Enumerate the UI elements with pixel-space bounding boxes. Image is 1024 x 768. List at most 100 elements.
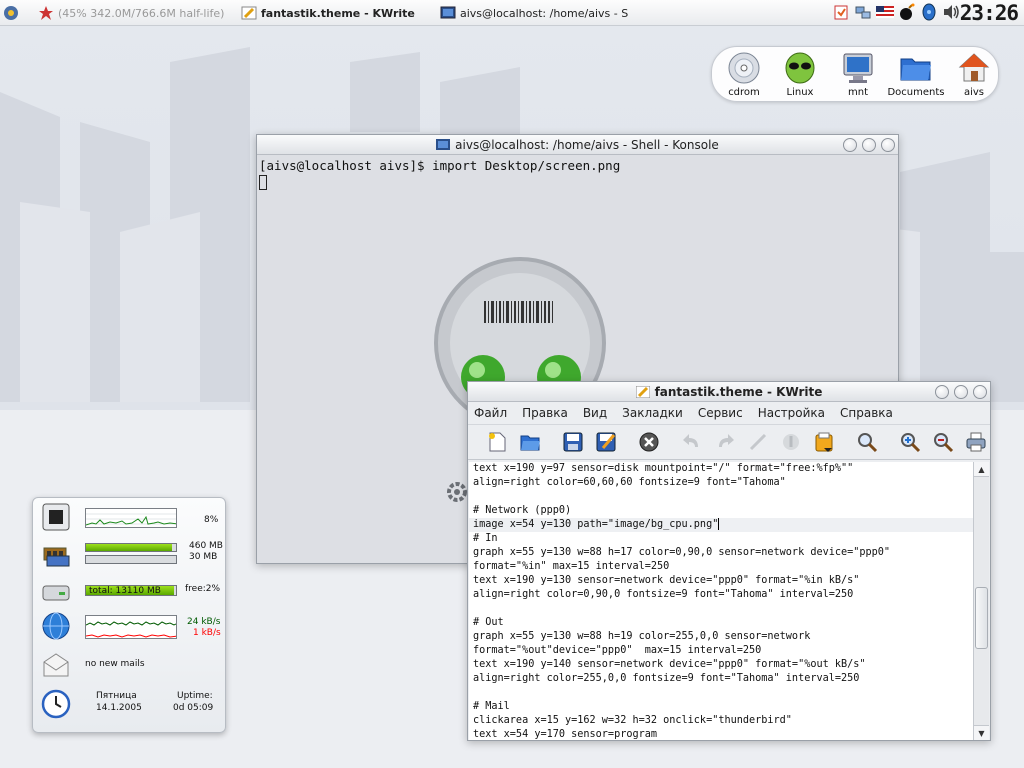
- disk-free: free:2%: [185, 584, 221, 594]
- editor-line: image x=54 y=130 path="image/bg_cpu.png": [469, 518, 974, 532]
- menu-settings[interactable]: Настройка: [758, 406, 825, 420]
- scroll-up-button[interactable]: ▲: [974, 462, 989, 477]
- menu-view[interactable]: Вид: [583, 406, 607, 420]
- editor-line: align=right color=0,90,0 fontsize=9 font…: [473, 589, 854, 600]
- kmix-icon[interactable]: [920, 3, 938, 21]
- taskbar-item-label: fantastik.theme - KWrite: [261, 6, 415, 20]
- disk-row: total: 13110 MB free:2%: [39, 574, 221, 608]
- print-button[interactable]: [961, 428, 990, 456]
- dock-item-home[interactable]: aivs: [942, 51, 1006, 98]
- maximize-button[interactable]: [954, 385, 968, 399]
- text-editor[interactable]: text x=190 y=97 sensor=disk mountpoint="…: [469, 462, 974, 740]
- undo-button[interactable]: [677, 428, 706, 456]
- dock-item-label: cdrom: [728, 87, 760, 98]
- uptime-label: Uptime:: [177, 691, 213, 701]
- network-row: 24 kB/s 1 kB/s: [39, 609, 221, 643]
- print-icon: [966, 432, 985, 452]
- find-icon: [857, 433, 877, 453]
- menu-help[interactable]: Справка: [840, 406, 893, 420]
- new-button[interactable]: [482, 428, 511, 456]
- cpu-percent: 8%: [204, 515, 219, 525]
- system-tray: [832, 3, 960, 21]
- toolbar: [468, 424, 990, 460]
- prompt-line: [aivs@localhost aivs]$ import Desktop/sc…: [259, 158, 621, 173]
- menu-edit[interactable]: Правка: [522, 406, 568, 420]
- vertical-scrollbar[interactable]: ▲ ▼: [973, 462, 989, 740]
- scroll-thumb[interactable]: [975, 587, 988, 649]
- window-title: aivs@localhost: /home/aivs - Shell - Kon…: [455, 137, 719, 152]
- paste-icon: [815, 432, 832, 452]
- maximize-button[interactable]: [862, 138, 876, 152]
- disk-bar: total: 13110 MB: [85, 585, 177, 596]
- alien-icon: [785, 52, 815, 84]
- zoom-out-button[interactable]: [928, 428, 957, 456]
- volume-icon[interactable]: [942, 3, 960, 21]
- kwrite-titlebar[interactable]: fantastik.theme - KWrite: [468, 382, 990, 402]
- taskbar-item-label: aivs@localhost: /home/aivs - S: [460, 6, 629, 20]
- taskbar-item-label: (45% 342.0M/766.6M half-life): [58, 6, 225, 20]
- network-in: 24 kB/s: [187, 617, 221, 627]
- clock[interactable]: 23:26: [960, 1, 1019, 25]
- memory-row: 460 MB 30 MB: [39, 538, 223, 572]
- us-flag-icon[interactable]: [876, 3, 894, 21]
- kwrite-window: fantastik.theme - KWrite Файл Правка Вид…: [467, 381, 991, 741]
- menu-bookmarks[interactable]: Закладки: [622, 406, 683, 420]
- clock-icon: [41, 689, 71, 719]
- menu-file[interactable]: Файл: [474, 406, 507, 420]
- redo-icon: [718, 434, 734, 447]
- find-button[interactable]: [852, 428, 881, 456]
- editor-line: # In: [473, 533, 498, 544]
- network-icon[interactable]: [854, 3, 872, 21]
- dock-item-documents[interactable]: Documents: [884, 51, 948, 98]
- dock-item-cdrom[interactable]: cdrom: [712, 51, 776, 98]
- editor-line: format="%in" max=15 interval=250: [473, 561, 670, 572]
- menu-tools[interactable]: Сервис: [698, 406, 743, 420]
- zoom-in-button[interactable]: [895, 428, 924, 456]
- harddisk-icon: [42, 585, 70, 601]
- bomb-icon[interactable]: [898, 3, 916, 21]
- save-as-button[interactable]: [591, 428, 620, 456]
- dock-item-label: Documents: [887, 87, 945, 98]
- taskbar: (45% 342.0M/766.6M half-life) fantastik.…: [0, 0, 1024, 26]
- dock-item-mnt[interactable]: mnt: [826, 51, 890, 98]
- close-document-button[interactable]: [634, 428, 663, 456]
- taskbar-item-konsole[interactable]: aivs@localhost: /home/aivs - S: [440, 3, 636, 23]
- save-as-icon: [596, 432, 615, 452]
- mail-icon[interactable]: [41, 650, 71, 680]
- save-button[interactable]: [558, 428, 587, 456]
- konsole-titlebar[interactable]: aivs@localhost: /home/aivs - Shell - Kon…: [257, 135, 898, 155]
- monitor-icon: [843, 53, 873, 83]
- taskbar-item-monitor[interactable]: (45% 342.0M/766.6M half-life): [38, 3, 234, 23]
- kmenu-icon: [3, 5, 19, 21]
- swap-value: 30 MB: [189, 552, 218, 562]
- new-icon: [488, 432, 505, 452]
- editor-line: # Out: [473, 617, 504, 628]
- cpu-monitor-icon: [38, 5, 54, 21]
- klipper-icon[interactable]: [832, 3, 850, 21]
- pen-icon: [241, 5, 257, 21]
- minimize-button[interactable]: [843, 138, 857, 152]
- ram-bar: [85, 543, 177, 552]
- close-button[interactable]: [973, 385, 987, 399]
- editor-line: text x=190 y=97 sensor=disk mountpoint="…: [473, 463, 854, 474]
- editor-line: # Network (ppp0): [473, 505, 572, 516]
- terminal-icon: [436, 138, 451, 150]
- menubar: Файл Правка Вид Закладки Сервис Настройк…: [468, 402, 990, 424]
- redo-button[interactable]: [710, 428, 739, 456]
- pen-icon: [635, 385, 650, 398]
- minimize-button[interactable]: [935, 385, 949, 399]
- paste-button[interactable]: [809, 428, 838, 456]
- close-button[interactable]: [881, 138, 895, 152]
- kmenu-button[interactable]: [3, 3, 29, 23]
- open-button[interactable]: [515, 428, 544, 456]
- taskbar-item-kwrite[interactable]: fantastik.theme - KWrite: [241, 3, 431, 23]
- scroll-down-button[interactable]: ▼: [974, 725, 989, 740]
- cut-button[interactable]: [743, 428, 772, 456]
- mail-row[interactable]: no new mails: [39, 648, 221, 682]
- dock-item-linux[interactable]: Linux: [768, 51, 832, 98]
- zoom-in-icon: [900, 433, 920, 453]
- cdrom-icon: [728, 52, 760, 84]
- editor-line: graph x=55 y=130 w=88 h=19 color=255,0,0…: [473, 631, 811, 642]
- copy-button[interactable]: [776, 428, 805, 456]
